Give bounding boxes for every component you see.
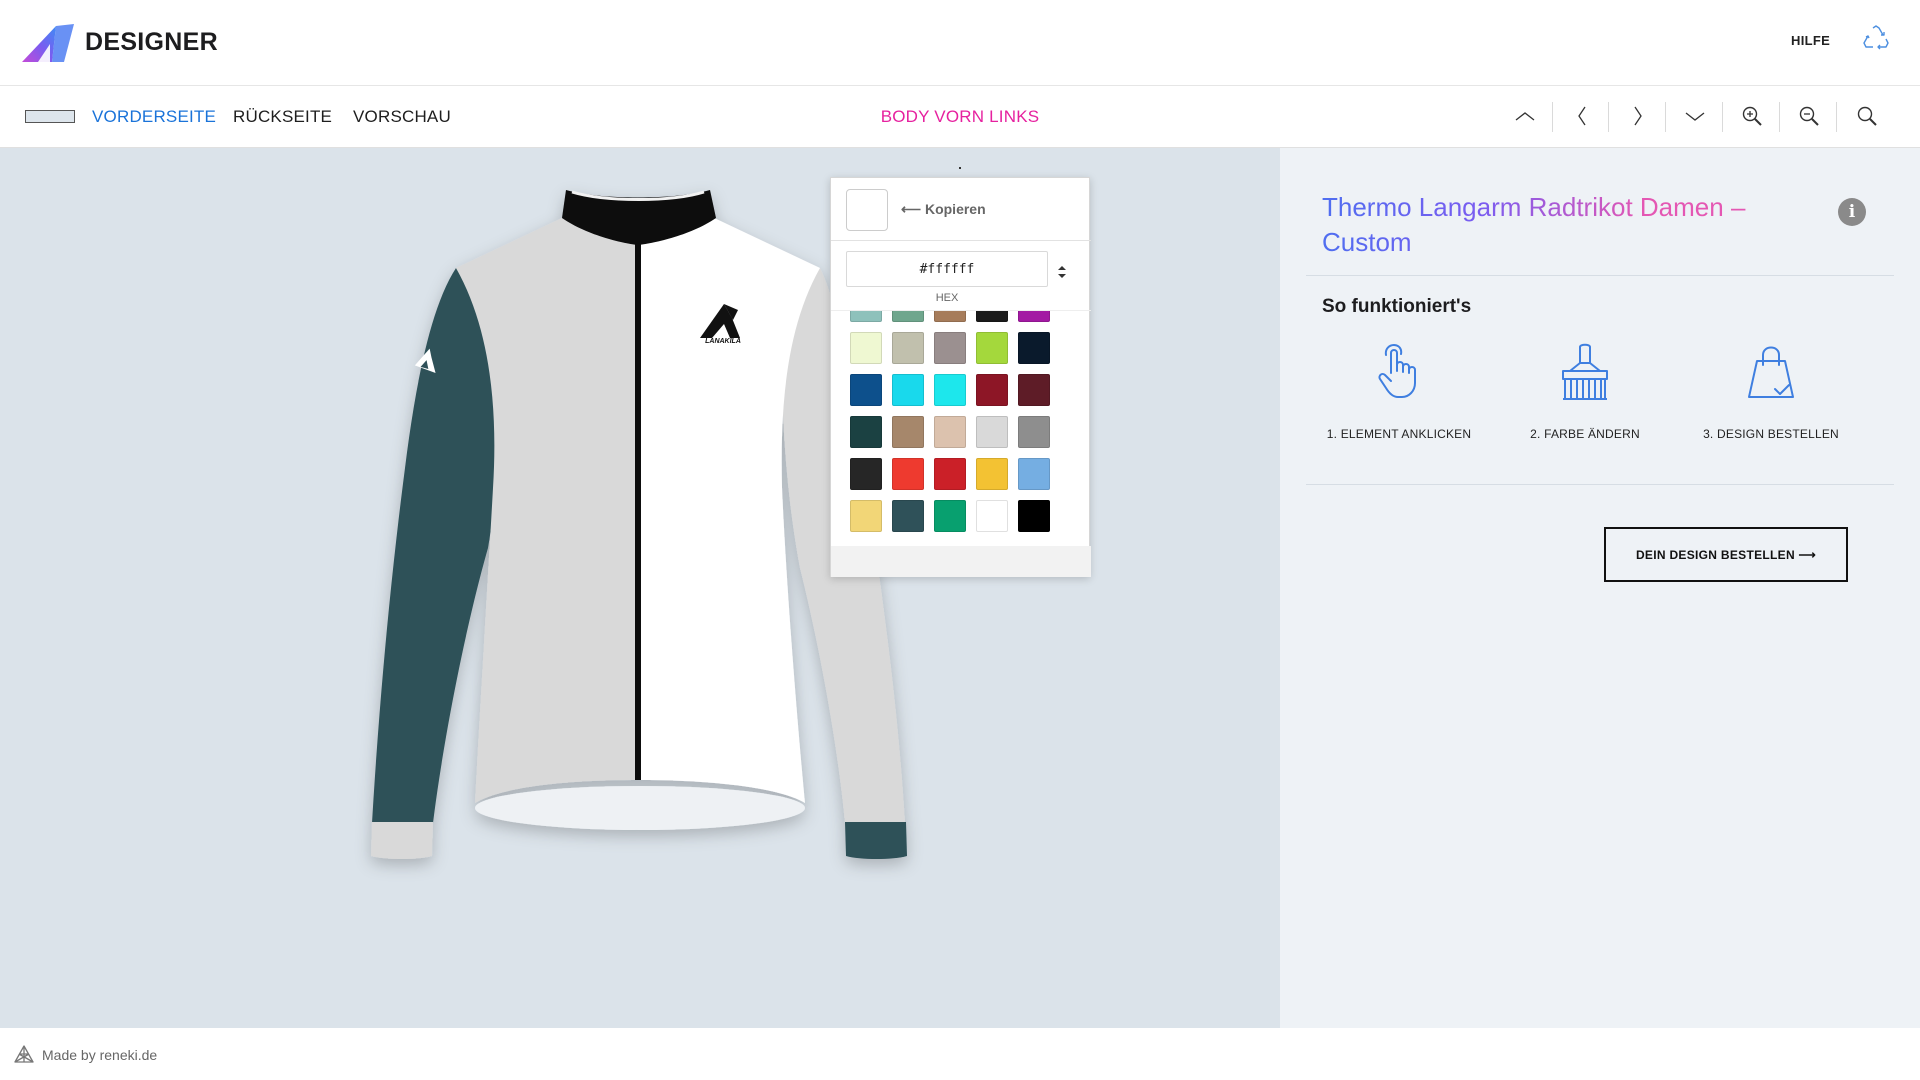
view-toolbar: VORDERSEITE RÜCKSEITE VORSCHAU BODY VORN… (0, 86, 1920, 148)
color-swatch[interactable] (934, 500, 966, 532)
color-swatch[interactable] (934, 332, 966, 364)
color-swatch[interactable] (850, 416, 882, 448)
step-click-element: 1. ELEMENT ANKLICKEN (1314, 343, 1484, 441)
hand-pointer-icon (1378, 344, 1416, 398)
color-swatch[interactable] (976, 458, 1008, 490)
step-label: 1. ELEMENT ANKLICKEN (1326, 427, 1472, 441)
current-color-swatch[interactable] (846, 189, 888, 231)
jersey-cuff-left[interactable] (371, 822, 433, 859)
zoom-out-button[interactable] (1780, 98, 1837, 134)
color-swatch[interactable] (892, 416, 924, 448)
designer-logo-icon[interactable] (22, 24, 74, 62)
color-swatch[interactable] (850, 332, 882, 364)
color-swatch[interactable] (892, 374, 924, 406)
chevron-up-icon (1515, 112, 1534, 121)
hex-label: HEX (935, 292, 959, 304)
jersey-cuff-right[interactable] (845, 822, 907, 859)
color-swatch[interactable] (892, 332, 924, 364)
help-link[interactable]: HILFE (1791, 33, 1830, 48)
color-swatch[interactable] (1018, 311, 1050, 322)
color-swatch[interactable] (934, 458, 966, 490)
step-order-design: 3. DESIGN BESTELLEN (1686, 343, 1856, 441)
color-swatch[interactable] (1018, 500, 1050, 532)
app-header: DESIGNER HILFE (0, 0, 1920, 86)
shopping-bag-icon (1748, 346, 1794, 398)
color-swatch[interactable] (976, 374, 1008, 406)
color-swatch[interactable] (892, 500, 924, 532)
color-swatch[interactable] (1018, 416, 1050, 448)
move-up-button[interactable] (1496, 98, 1553, 134)
paint-brush-icon (1562, 343, 1608, 400)
chevron-left-icon (1577, 106, 1586, 126)
step-label: 2. FARBE ÄNDERN (1530, 427, 1640, 441)
format-toggle-icon[interactable] (1056, 264, 1068, 280)
color-swatch[interactable] (850, 500, 882, 532)
search-icon (1857, 106, 1877, 126)
move-left-button[interactable] (1553, 98, 1610, 134)
zoom-out-icon (1799, 106, 1819, 126)
how-it-works-title: So funktioniert's (1322, 296, 1472, 317)
move-right-button[interactable] (1609, 98, 1666, 134)
info-panel: Thermo Langarm Radtrikot Damen – Custom … (1280, 148, 1920, 1028)
color-swatch[interactable] (1018, 374, 1050, 406)
color-swatch[interactable] (976, 332, 1008, 364)
move-down-button[interactable] (1666, 98, 1723, 134)
order-design-button[interactable]: DEIN DESIGN BESTELLEN ⟶ (1604, 527, 1848, 582)
color-swatch[interactable] (976, 500, 1008, 532)
color-swatch[interactable] (934, 311, 966, 322)
color-swatch[interactable] (934, 374, 966, 406)
search-button[interactable] (1838, 98, 1895, 134)
reneki-logo-icon (14, 1045, 34, 1063)
color-swatch[interactable] (1018, 332, 1050, 364)
color-picker-popup: ⟵ Kopieren HEX (830, 177, 1091, 577)
step-label: 3. DESIGN BESTELLEN (1703, 427, 1839, 441)
step-change-color: 2. FARBE ÄNDERN (1500, 343, 1670, 441)
picker-anchor-dot (959, 167, 961, 169)
swatch-grid[interactable] (831, 310, 1091, 536)
chest-logo-text: LANAKILA (705, 338, 741, 345)
zoom-in-button[interactable] (1723, 98, 1780, 134)
brand-name: DESIGNER (85, 28, 218, 56)
color-swatch[interactable] (850, 458, 882, 490)
chevron-right-icon (1633, 106, 1642, 126)
color-swatch[interactable] (850, 374, 882, 406)
color-swatch[interactable] (850, 311, 882, 322)
chevron-down-icon (1685, 112, 1704, 121)
info-icon[interactable]: i (1838, 198, 1866, 226)
zoom-in-icon (1742, 106, 1762, 126)
footer: Made by reneki.de (0, 1028, 1920, 1080)
color-swatch[interactable] (934, 416, 966, 448)
color-swatch[interactable] (976, 311, 1008, 322)
color-swatch[interactable] (1018, 458, 1050, 490)
jersey-zipper[interactable] (635, 244, 641, 780)
color-swatch[interactable] (976, 416, 1008, 448)
copy-color-button[interactable]: ⟵ Kopieren (901, 201, 986, 218)
color-swatch[interactable] (892, 311, 924, 322)
recycle-icon[interactable] (1862, 24, 1890, 52)
hex-input[interactable] (846, 251, 1048, 287)
made-by-link[interactable]: Made by reneki.de (42, 1047, 157, 1063)
color-swatch[interactable] (892, 458, 924, 490)
product-title: Thermo Langarm Radtrikot Damen – Custom (1322, 190, 1782, 260)
